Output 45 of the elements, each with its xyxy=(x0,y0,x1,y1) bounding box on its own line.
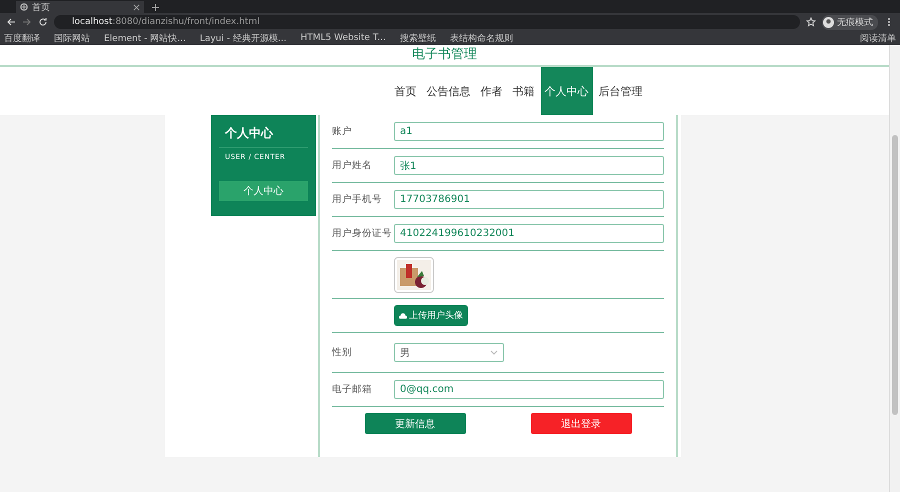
nav-tab[interactable]: 公告信息 xyxy=(422,67,474,115)
bookmark[interactable]: 百度翻译 xyxy=(4,32,40,44)
input-field[interactable]: 17703786901 xyxy=(394,190,664,209)
cloud-icon xyxy=(399,312,407,318)
back-icon[interactable] xyxy=(6,17,16,27)
caret-icon xyxy=(490,350,498,355)
action-button[interactable]: 更新信息 xyxy=(364,413,466,434)
select-field[interactable]: 男 xyxy=(394,343,504,362)
field-label: 用户姓名 xyxy=(332,159,373,172)
field-label: 用户手机号 xyxy=(332,193,383,206)
sidebar-title: 个人中心 xyxy=(219,125,308,148)
nav-tab[interactable]: 后台管理 xyxy=(594,67,646,115)
nav-tab[interactable]: 首页 xyxy=(390,67,420,115)
input-field[interactable]: 410224199610232001 xyxy=(394,224,664,243)
bookmark[interactable]: 搜索壁纸 xyxy=(400,32,436,44)
bookmark[interactable]: Element - 网站快... xyxy=(104,32,186,44)
action-button[interactable]: 退出登录 xyxy=(530,413,632,434)
star-icon[interactable] xyxy=(806,17,816,27)
field-label: 电子邮箱 xyxy=(332,383,373,396)
browser-tab[interactable]: 首页 xyxy=(16,1,144,13)
reading-list[interactable]: 阅读清单 xyxy=(860,32,896,44)
nav-tab[interactable]: 作者 xyxy=(476,67,506,115)
field-label: 用户身份证号 xyxy=(332,227,393,240)
nav-tab[interactable]: 书籍 xyxy=(508,67,538,115)
scrollbar[interactable] xyxy=(889,45,900,492)
site-title: 电子书管理 xyxy=(0,45,889,67)
bookmark[interactable]: HTML5 Website T... xyxy=(300,33,386,43)
bookmark[interactable]: Layui - 经典开源模... xyxy=(200,32,286,44)
new-tab-icon[interactable] xyxy=(152,4,159,11)
input-field[interactable]: 0@qq.com xyxy=(394,380,664,399)
bookmark[interactable]: 国际网站 xyxy=(54,32,90,44)
address-bar[interactable]: localhost:8080/dianzishu/front/index.html xyxy=(54,15,800,29)
forward-icon[interactable] xyxy=(22,17,32,27)
input-field[interactable]: 张1 xyxy=(394,156,664,175)
nav-tab[interactable]: 个人中心 xyxy=(540,67,592,115)
input-field[interactable]: a1 xyxy=(394,122,664,141)
field-label: 账户 xyxy=(332,125,353,138)
bookmark[interactable]: 表结构命名规则 xyxy=(450,32,513,44)
close-icon[interactable] xyxy=(133,4,140,10)
globe-icon xyxy=(20,3,28,11)
avatar-icon xyxy=(823,16,834,28)
upload-button[interactable]: 上传用户头像 xyxy=(394,305,468,326)
reload-icon[interactable] xyxy=(38,17,48,27)
profile-button[interactable]: 无痕模式 xyxy=(822,14,878,30)
field-label: 性别 xyxy=(332,346,353,359)
